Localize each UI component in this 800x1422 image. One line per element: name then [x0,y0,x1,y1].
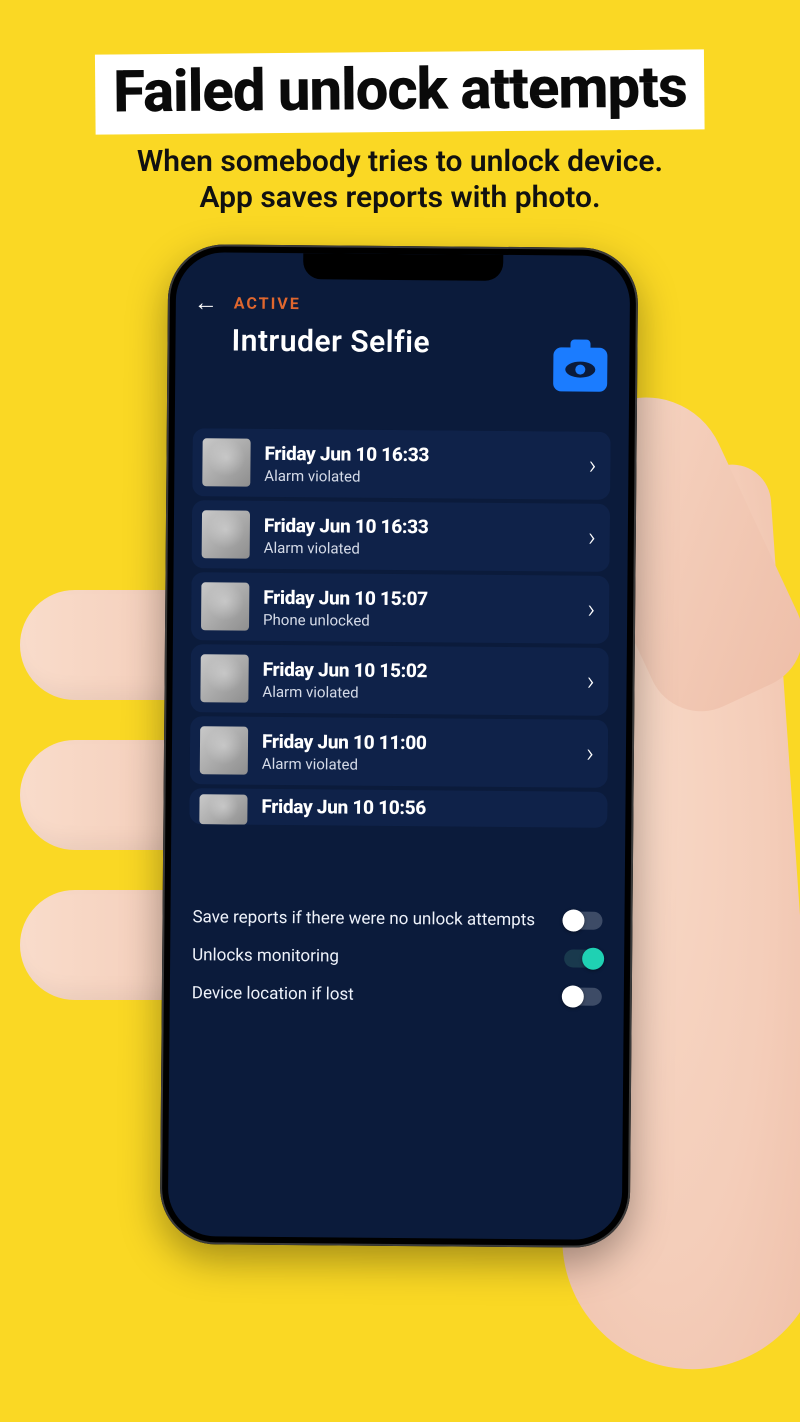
report-thumbnail [202,510,250,558]
promo-subtitle-line2: App saves reports with photo. [199,180,600,215]
promo-subtitle: When somebody tries to unlock device. Ap… [50,144,750,216]
toggle-save-reports[interactable] [564,911,602,929]
chevron-right-icon: › [586,739,594,769]
report-item[interactable]: Friday Jun 10 11:00 Alarm violated › [190,716,609,788]
toggle-device-location[interactable] [564,988,602,1006]
status-label: ACTIVE [234,294,301,314]
chevron-right-icon: › [588,523,596,553]
setting-label: Unlocks monitoring [192,944,552,969]
settings-section: Save reports if there were no unlock att… [188,906,607,1008]
report-thumbnail [200,726,248,774]
report-item[interactable]: Friday Jun 10 15:07 Phone unlocked › [191,572,610,644]
report-time: Friday Jun 10 10:56 [261,795,593,821]
report-time: Friday Jun 10 11:00 [262,729,572,755]
phone-notch [303,253,503,281]
setting-device-location: Device location if lost [192,982,602,1008]
report-reason: Phone unlocked [263,610,573,631]
phone-frame: ← ACTIVE Intruder Selfie Friday Jun 10 1… [160,244,639,1248]
report-thumbnail [202,438,250,486]
chevron-right-icon: › [587,595,595,625]
setting-label: Device location if lost [192,982,552,1007]
report-item[interactable]: Friday Jun 10 16:33 Alarm violated › [192,428,611,500]
report-list: Friday Jun 10 16:33 Alarm violated › Fri… [189,428,611,880]
camera-icon[interactable] [553,347,607,391]
report-time: Friday Jun 10 15:02 [263,657,573,683]
chevron-right-icon: › [589,451,597,481]
report-item[interactable]: Friday Jun 10 10:56 [189,788,607,828]
setting-unlocks-monitoring: Unlocks monitoring [192,944,602,970]
report-time: Friday Jun 10 16:33 [264,441,574,467]
back-button[interactable]: ← [194,288,218,317]
chevron-right-icon: › [587,667,595,697]
report-item[interactable]: Friday Jun 10 16:33 Alarm violated › [192,500,611,572]
report-item[interactable]: Friday Jun 10 15:02 Alarm violated › [190,644,609,716]
promo-title: Failed unlock attempts [95,49,705,134]
promo-subtitle-line1: When somebody tries to unlock device. [137,144,663,179]
report-reason: Alarm violated [264,538,574,559]
report-time: Friday Jun 10 15:07 [263,585,573,611]
setting-label: Save reports if there were no unlock att… [192,906,552,931]
app-screen: ← ACTIVE Intruder Selfie Friday Jun 10 1… [168,252,631,1240]
report-reason: Alarm violated [264,466,574,487]
report-thumbnail [200,654,248,702]
report-reason: Alarm violated [262,754,572,775]
toggle-unlocks-monitoring[interactable] [564,950,602,968]
report-thumbnail [199,794,247,824]
report-thumbnail [201,582,249,630]
setting-save-reports: Save reports if there were no unlock att… [192,906,602,932]
report-reason: Alarm violated [262,682,572,703]
report-time: Friday Jun 10 16:33 [264,513,574,539]
